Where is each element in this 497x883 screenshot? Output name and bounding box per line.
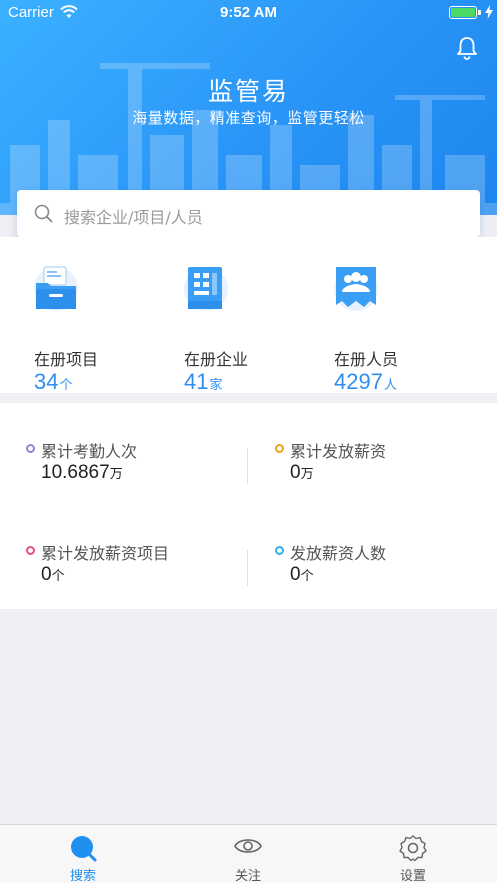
gear-icon [399, 835, 427, 862]
stat-label: 在册企业 [184, 350, 249, 369]
battery-tip [478, 10, 481, 15]
metric-label: 累计发放薪资项目 [41, 544, 170, 563]
tab-label: 关注 [234, 869, 261, 883]
status-time: 9:52 AM [220, 4, 277, 21]
divider [247, 550, 248, 586]
metric-dot [26, 444, 35, 453]
metric-dot [26, 546, 35, 555]
metric-value: 0个 [290, 564, 314, 585]
tab-search[interactable]: 搜索 [33, 825, 133, 883]
folder-icon [34, 266, 78, 311]
divider [247, 448, 248, 484]
notification-bell-icon[interactable] [456, 36, 478, 60]
eye-icon [234, 839, 262, 853]
metric-label: 累计考勤人次 [41, 442, 138, 461]
search-icon [34, 204, 53, 223]
metric-dot [275, 546, 284, 555]
bottom-tab-bar: 搜索 关注 设置 [0, 824, 497, 883]
status-bar: Carrier 9:52 AM [0, 0, 497, 26]
salary-attendance-summary: 累计考勤人次 10.6867万 累计发放薪资 0万 累计发放薪资项目 0个 发放… [0, 403, 497, 609]
stat-value: 34个 [34, 369, 73, 394]
metric-value: 0万 [290, 462, 314, 483]
battery-icon [449, 6, 477, 19]
app-slogan: 海量数据，精准查询，监管更轻松 [132, 109, 365, 127]
stat-label: 在册项目 [34, 350, 99, 369]
tab-settings[interactable]: 设置 [363, 825, 463, 883]
header-banner: Carrier 9:52 AM 监管易 海量数据，精准查询，监管更轻松 [0, 0, 497, 215]
tab-follow[interactable]: 关注 [198, 825, 298, 883]
stat-label: 在册人员 [334, 350, 399, 369]
search-tab-icon [71, 836, 97, 862]
metric-value: 10.6867万 [41, 462, 123, 483]
app-title: 监管易 [207, 77, 289, 106]
metric-value: 0个 [41, 564, 65, 585]
metric-dot [275, 444, 284, 453]
charging-icon [485, 5, 493, 19]
stat-value: 41家 [184, 369, 223, 394]
metric-label: 发放薪资人数 [290, 544, 387, 563]
search-bar[interactable]: 搜索企业/项目/人员 [17, 190, 480, 237]
tab-label: 搜索 [69, 869, 96, 883]
tab-label: 设置 [399, 869, 426, 883]
search-placeholder: 搜索企业/项目/人员 [64, 208, 203, 227]
stat-value: 4297人 [334, 369, 397, 394]
metric-label: 累计发放薪资 [290, 442, 387, 461]
building-icon [184, 267, 228, 311]
registry-stats-panel: 在册项目 34个 在册企业 41家 在册人员 4297人 [0, 237, 497, 394]
people-icon [334, 267, 378, 311]
